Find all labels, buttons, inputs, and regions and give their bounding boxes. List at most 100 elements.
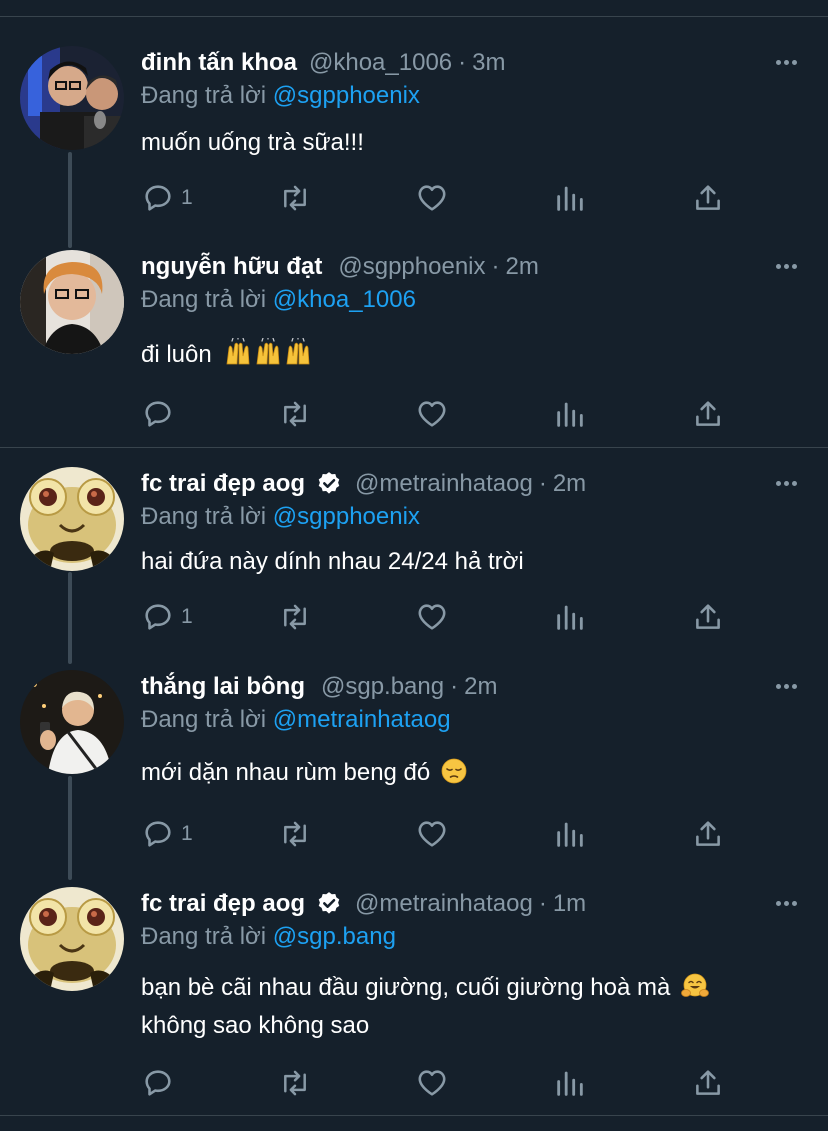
avatar[interactable] — [20, 250, 124, 354]
reply-mention[interactable]: @sgp.bang — [273, 923, 396, 950]
reply-button[interactable] — [141, 1063, 181, 1103]
avatar[interactable] — [20, 887, 124, 991]
separator-dot: · — [458, 49, 467, 76]
avatar[interactable] — [20, 46, 124, 150]
reply-icon — [145, 1070, 171, 1096]
timestamp[interactable]: 2m — [464, 673, 497, 701]
username[interactable]: @metrainhataog — [355, 890, 533, 918]
heart-icon — [418, 401, 446, 427]
retweet-button[interactable] — [277, 394, 313, 434]
like-button[interactable] — [415, 394, 449, 434]
display-name[interactable]: thắng lai bông — [141, 673, 305, 701]
analytics-icon — [557, 186, 583, 211]
like-button[interactable] — [415, 597, 449, 637]
raising-hands-emoji — [224, 338, 314, 368]
avatar[interactable] — [20, 467, 124, 571]
replying-to: Đang trả lời @khoa_1006 — [141, 286, 416, 314]
reply-mention[interactable]: @khoa_1006 — [273, 286, 416, 313]
tweet-header: nguyễn hữu đạt @sgpphoenix · 2m — [141, 250, 539, 284]
heart-icon — [418, 821, 446, 847]
separator-dot: · — [538, 470, 547, 497]
reply-button[interactable] — [141, 394, 181, 434]
reply-icon — [145, 604, 171, 630]
reply-button[interactable]: 1 — [141, 178, 193, 218]
retweet-icon — [284, 185, 306, 211]
share-button[interactable] — [691, 394, 725, 434]
share-button[interactable] — [691, 597, 725, 637]
display-name[interactable]: đinh tấn khoa — [141, 49, 297, 77]
analytics-button[interactable] — [553, 394, 587, 434]
share-button[interactable] — [691, 178, 725, 218]
more-options-icon[interactable] — [772, 48, 800, 76]
timestamp[interactable]: 2m — [506, 253, 539, 281]
like-button[interactable] — [415, 178, 449, 218]
separator-dot: · — [450, 673, 459, 700]
action-bar — [141, 1063, 741, 1103]
username[interactable]: @khoa_1006 — [309, 49, 452, 77]
display-name[interactable]: fc trai đẹp aog — [141, 470, 305, 498]
retweet-button[interactable] — [277, 178, 313, 218]
reply-prefix: Đang trả lời — [141, 286, 267, 313]
top-divider — [0, 16, 828, 17]
analytics-button[interactable] — [553, 814, 587, 854]
replying-to: Đang trả lời @metrainhataog — [141, 706, 451, 734]
share-button[interactable] — [691, 814, 725, 854]
display-name[interactable]: nguyễn hữu đạt — [141, 253, 322, 281]
share-icon — [696, 1070, 720, 1095]
tweet[interactable]: nguyễn hữu đạt @sgpphoenix · 2m Đang trả… — [0, 250, 828, 440]
pensive-face-emoji — [441, 758, 467, 786]
more-options-icon[interactable] — [772, 469, 800, 497]
more-options-icon[interactable] — [772, 672, 800, 700]
reply-prefix: Đang trả lời — [141, 82, 267, 109]
share-button[interactable] — [691, 1063, 725, 1103]
action-bar: 1 — [141, 597, 741, 637]
tweet-text: bạn bè cãi nhau đầu giường, cuối giường … — [141, 969, 791, 1045]
more-options-icon[interactable] — [772, 252, 800, 280]
reply-mention[interactable]: @sgpphoenix — [273, 82, 420, 109]
tweet[interactable]: fc trai đẹp aog @metrainhataog · 1m Đang… — [0, 887, 828, 1117]
reply-button[interactable]: 1 — [141, 814, 193, 854]
retweet-button[interactable] — [277, 814, 313, 854]
reply-count: 1 — [181, 822, 193, 845]
tweet-text: mới dặn nhau rùm beng đó — [141, 754, 791, 792]
tweet[interactable]: đinh tấn khoa @khoa_1006 · 3m Đang trả l… — [0, 46, 828, 226]
reply-icon — [145, 401, 171, 427]
avatar[interactable] — [20, 670, 124, 774]
separator-dot: · — [491, 253, 500, 280]
tweet-text-line: hai đứa này dính nhau 24/24 hả trời — [141, 548, 524, 575]
tweet-header: thắng lai bông @sgp.bang · 2m — [141, 670, 497, 704]
like-button[interactable] — [415, 1063, 449, 1103]
like-button[interactable] — [415, 814, 449, 854]
reply-button[interactable]: 1 — [141, 597, 193, 637]
action-bar — [141, 394, 741, 434]
username[interactable]: @sgp.bang — [321, 673, 444, 701]
retweet-button[interactable] — [277, 597, 313, 637]
tweet-header: fc trai đẹp aog @metrainhataog · 2m — [141, 467, 586, 501]
replying-to: Đang trả lời @sgpphoenix — [141, 82, 420, 110]
analytics-button[interactable] — [553, 597, 587, 637]
verified-badge-icon — [315, 890, 343, 918]
timestamp[interactable]: 1m — [553, 890, 586, 918]
tweet-text-line: muốn uống trà sữa!!! — [141, 129, 364, 156]
separator-dot: · — [538, 890, 547, 917]
reply-prefix: Đang trả lời — [141, 503, 267, 530]
retweet-button[interactable] — [277, 1063, 313, 1103]
timestamp[interactable]: 3m — [472, 49, 505, 77]
retweet-icon — [284, 604, 306, 630]
username[interactable]: @metrainhataog — [355, 470, 533, 498]
tweet[interactable]: fc trai đẹp aog @metrainhataog · 2m Đang… — [0, 467, 828, 647]
tweet-header: fc trai đẹp aog @metrainhataog · 1m — [141, 887, 586, 921]
reply-prefix: Đang trả lời — [141, 706, 267, 733]
analytics-button[interactable] — [553, 1063, 587, 1103]
tweet[interactable]: thắng lai bông @sgp.bang · 2m Đang trả l… — [0, 670, 828, 860]
tweet-text: hai đứa này dính nhau 24/24 hả trời — [141, 543, 791, 581]
display-name[interactable]: fc trai đẹp aog — [141, 890, 305, 918]
timestamp[interactable]: 2m — [553, 470, 586, 498]
replying-to: Đang trả lời @sgpphoenix — [141, 503, 420, 531]
more-options-icon[interactable] — [772, 889, 800, 917]
reply-mention[interactable]: @metrainhataog — [273, 706, 451, 733]
reply-mention[interactable]: @sgpphoenix — [273, 503, 420, 530]
analytics-button[interactable] — [553, 178, 587, 218]
analytics-icon — [557, 605, 583, 630]
username[interactable]: @sgpphoenix — [338, 253, 485, 281]
